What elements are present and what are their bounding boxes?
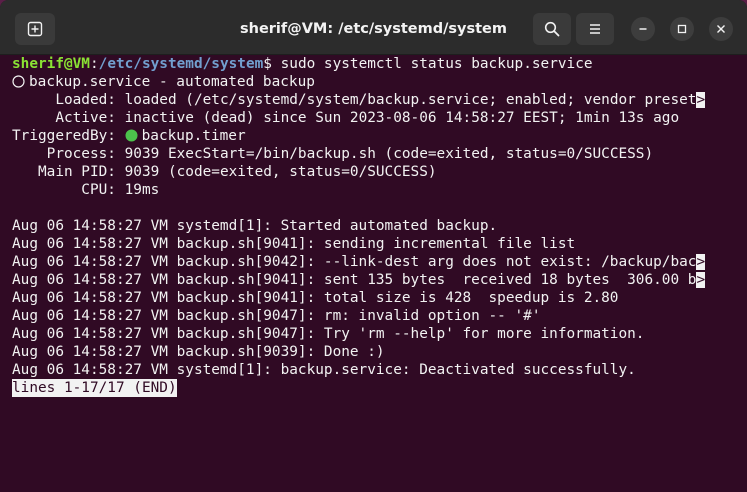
title-bar[interactable]: sherif@VM: /etc/systemd/system xyxy=(0,0,747,55)
process-line: Process: 9039 ExecStart=/bin/backup.sh (… xyxy=(12,145,747,163)
process-value: 9039 ExecStart=/bin/backup.sh (code=exit… xyxy=(124,146,654,162)
active-line: Active: inactive (dead) since Sun 2023-0… xyxy=(12,109,747,127)
triggered-label: TriggeredBy: xyxy=(12,128,125,144)
log-line: Aug 06 14:58:27 VM backup.sh[9042]: --li… xyxy=(12,253,747,271)
triggered-by-line: TriggeredBy: backup.timer xyxy=(12,127,747,145)
cpu-line: CPU: 19ms xyxy=(12,181,747,199)
log-line: Aug 06 14:58:27 VM systemd[1]: backup.se… xyxy=(12,362,636,378)
pager-status: lines 1-17/17 (END) xyxy=(12,379,177,397)
loaded-line: Loaded: loaded (/etc/systemd/system/back… xyxy=(12,91,747,109)
log-line: Aug 06 14:58:27 VM backup.sh[9041]: tota… xyxy=(12,290,619,306)
log-line-text: Aug 06 14:58:27 VM backup.sh[9042]: --li… xyxy=(12,254,697,270)
menu-button[interactable] xyxy=(576,13,614,45)
truncation-marker: > xyxy=(696,254,706,270)
terminal-output[interactable]: sherif@VM:/etc/systemd/system$ sudo syst… xyxy=(12,55,747,492)
log-line: Aug 06 14:58:27 VM systemd[1]: Started a… xyxy=(12,218,498,234)
maximize-icon xyxy=(677,24,687,34)
pager-status-line: lines 1-17/17 (END) xyxy=(12,379,747,397)
prompt-dollar: $ xyxy=(263,56,272,72)
prompt-path: /etc/systemd/system xyxy=(98,56,264,72)
search-icon xyxy=(544,21,560,37)
log-line: Aug 06 14:58:27 VM backup.sh[9047]: rm: … xyxy=(12,308,541,324)
command-text: sudo systemctl status backup.service xyxy=(271,56,593,72)
loaded-label: Loaded: xyxy=(12,92,125,108)
close-button[interactable] xyxy=(709,17,733,41)
window-title: sherif@VM: /etc/systemd/system xyxy=(239,21,508,37)
service-header-line: backup.service - automated backup xyxy=(12,73,747,91)
hamburger-menu-icon xyxy=(590,24,600,34)
prompt-user: sherif@VM xyxy=(12,56,90,72)
new-tab-icon xyxy=(27,21,43,37)
active-label: Active: xyxy=(12,110,125,126)
mainpid-label: Main PID: xyxy=(12,164,125,180)
prompt-line: sherif@VM:/etc/systemd/system$ sudo syst… xyxy=(12,55,747,73)
process-label: Process: xyxy=(12,146,125,162)
truncation-marker: > xyxy=(696,92,706,108)
timer-active-dot-icon xyxy=(125,129,138,142)
prompt-separator: : xyxy=(89,56,99,72)
loaded-value: loaded (/etc/systemd/system/backup.servi… xyxy=(124,92,697,108)
triggered-value: backup.timer xyxy=(141,128,246,144)
log-line: Aug 06 14:58:27 VM backup.sh[9047]: Try … xyxy=(12,326,645,342)
minimize-icon xyxy=(639,28,647,30)
mainpid-value: 9039 (code=exited, status=0/SUCCESS) xyxy=(124,164,437,180)
new-tab-button[interactable] xyxy=(15,13,55,45)
log-line: Aug 06 14:58:27 VM backup.sh[9041]: sent… xyxy=(12,271,747,289)
close-icon xyxy=(717,25,725,33)
cpu-label: CPU: xyxy=(12,182,125,198)
inactive-status-circle-icon xyxy=(12,75,25,88)
service-header: backup.service - automated backup xyxy=(29,74,315,90)
main-pid-line: Main PID: 9039 (code=exited, status=0/SU… xyxy=(12,163,747,181)
maximize-button[interactable] xyxy=(670,17,694,41)
minimize-button[interactable] xyxy=(631,17,655,41)
terminal-window: sherif@VM: /etc/systemd/system sherif@VM… xyxy=(0,0,747,492)
log-line: Aug 06 14:58:27 VM backup.sh[9039]: Done… xyxy=(12,344,385,360)
truncation-marker: > xyxy=(696,272,706,288)
log-line: Aug 06 14:58:27 VM backup.sh[9041]: send… xyxy=(12,236,576,252)
search-button[interactable] xyxy=(533,13,571,45)
cpu-value: 19ms xyxy=(124,182,160,198)
log-line-text: Aug 06 14:58:27 VM backup.sh[9041]: sent… xyxy=(12,272,697,288)
active-value: inactive (dead) since Sun 2023-08-06 14:… xyxy=(124,110,680,126)
scrollbar[interactable] xyxy=(739,55,747,492)
